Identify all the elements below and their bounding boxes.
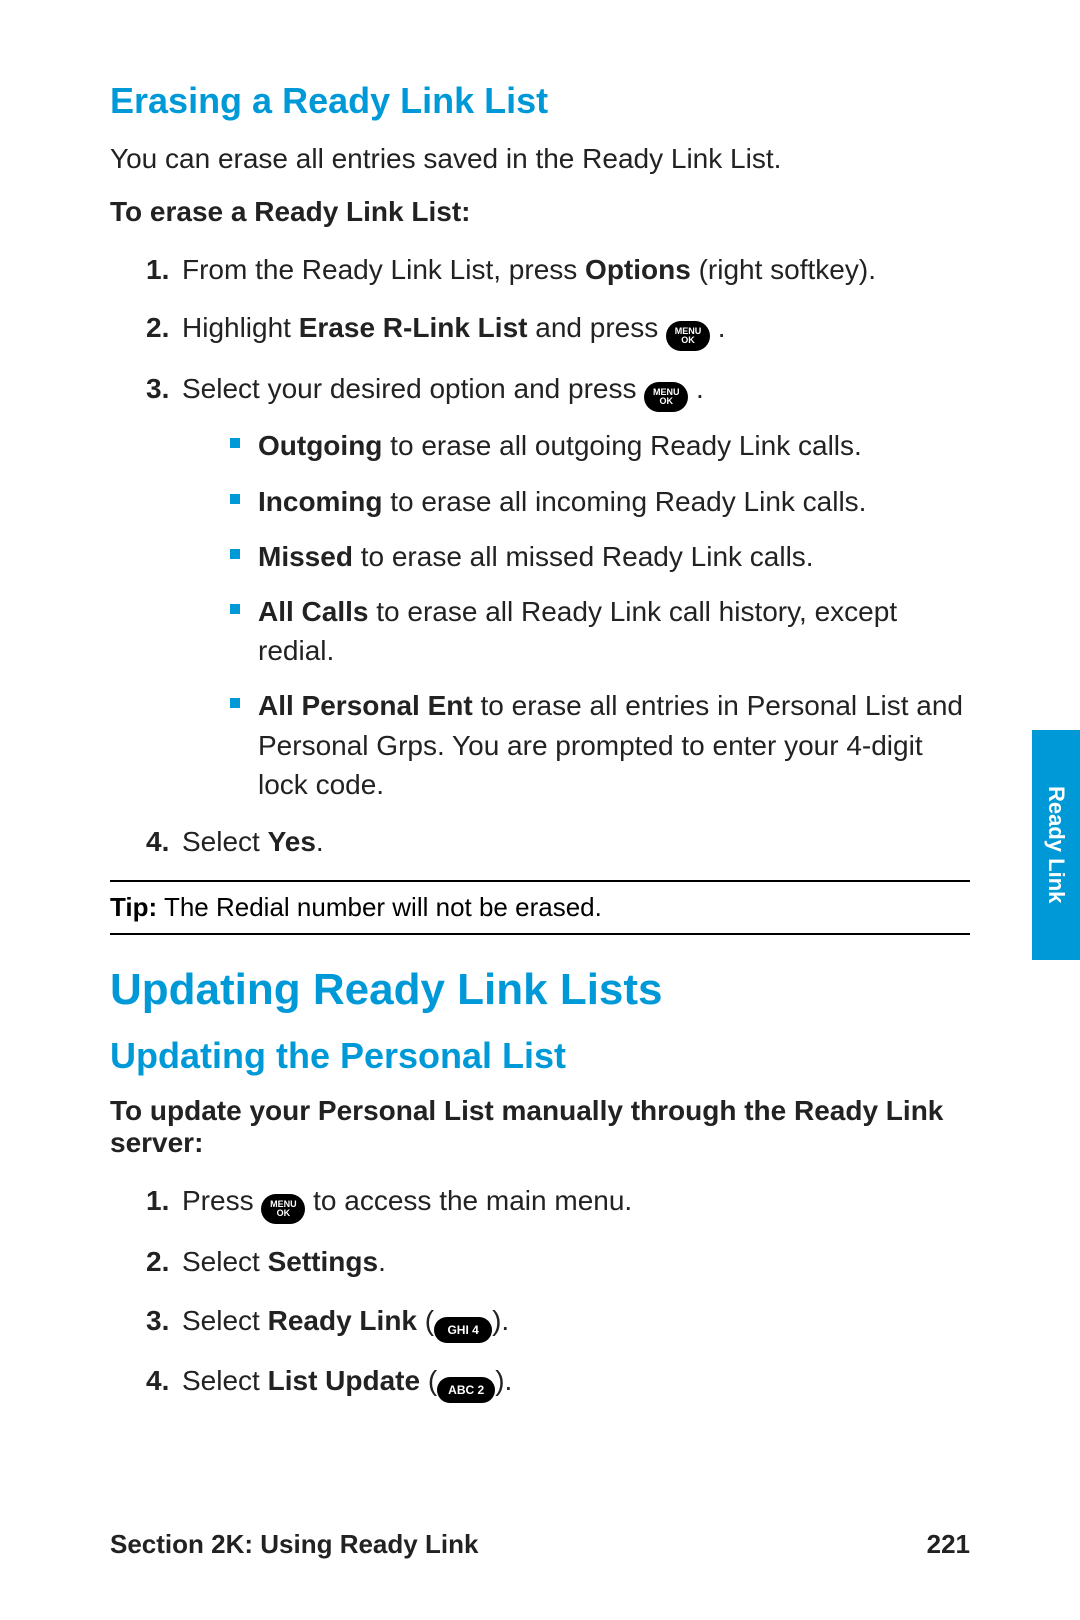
step-text: ). — [495, 1365, 512, 1396]
step-text: ). — [492, 1305, 509, 1336]
step-text: to access the main menu. — [305, 1185, 632, 1216]
step-text: . — [710, 312, 726, 343]
erasing-intro: You can erase all entries saved in the R… — [110, 140, 970, 178]
menu-ok-key-icon: MENUOK — [261, 1194, 305, 1224]
bullet-incoming: Incoming to erase all incoming Ready Lin… — [230, 482, 970, 521]
menu-ok-key-icon: MENUOK — [644, 382, 688, 412]
menu-ok-key-icon: MENUOK — [666, 321, 710, 351]
step-text: (right softkey). — [691, 254, 876, 285]
erase-step-4: 4.Select Yes. — [146, 822, 970, 863]
update-step-3: 3.Select Ready Link (GHI 4). — [146, 1301, 970, 1343]
update-task-label: To update your Personal List manually th… — [110, 1095, 970, 1159]
key-4-icon: GHI 4 — [434, 1317, 492, 1343]
step-number: 1. — [146, 250, 182, 291]
update-step-1: 1.Press MENUOK to access the main menu. — [146, 1181, 970, 1224]
step-number: 4. — [146, 1361, 182, 1402]
step-text: . — [378, 1246, 386, 1277]
bullet-outgoing: Outgoing to erase all outgoing Ready Lin… — [230, 426, 970, 465]
update-step-2: 2.Select Settings. — [146, 1242, 970, 1283]
bullet-all-personal-ent: All Personal Ent to erase all entries in… — [230, 686, 970, 804]
step-text: . — [316, 826, 324, 857]
step-number: 3. — [146, 369, 182, 410]
step-text: Highlight — [182, 312, 299, 343]
updating-lists-heading: Updating Ready Link Lists — [110, 965, 970, 1015]
side-tab-label: Ready Link — [1043, 786, 1069, 903]
step-text: Select — [182, 1246, 268, 1277]
step-text: Select — [182, 1365, 268, 1396]
erase-steps: 1.From the Ready Link List, press Option… — [110, 250, 970, 863]
step-text: Select — [182, 1305, 268, 1336]
step-number: 2. — [146, 1242, 182, 1283]
step-text: Select — [182, 826, 268, 857]
step-text: and press — [527, 312, 666, 343]
update-steps: 1.Press MENUOK to access the main menu. … — [110, 1181, 970, 1403]
updating-personal-heading: Updating the Personal List — [110, 1035, 970, 1077]
menu-item: Ready Link — [268, 1305, 417, 1336]
tip-box: Tip: The Redial number will not be erase… — [110, 880, 970, 935]
step-number: 3. — [146, 1301, 182, 1342]
step-number: 2. — [146, 308, 182, 349]
menu-item: Erase R-Link List — [299, 312, 528, 343]
tip-text: The Redial number will not be erased. — [157, 892, 602, 922]
step-text: Select your desired option and press — [182, 373, 644, 404]
erase-task-label: To erase a Ready Link List: — [110, 196, 970, 228]
erase-step-3: 3.Select your desired option and press M… — [146, 369, 970, 804]
erase-options-list: Outgoing to erase all outgoing Ready Lin… — [182, 426, 970, 804]
menu-item: Yes — [268, 826, 316, 857]
key-2-icon: ABC 2 — [437, 1377, 495, 1403]
step-text: ( — [420, 1365, 437, 1396]
footer-section: Section 2K: Using Ready Link — [110, 1529, 478, 1560]
footer-page-number: 221 — [927, 1529, 970, 1560]
erasing-heading: Erasing a Ready Link List — [110, 80, 970, 122]
step-text: From the Ready Link List, press — [182, 254, 585, 285]
step-text: . — [688, 373, 704, 404]
side-tab: Ready Link — [1032, 730, 1080, 960]
bullet-missed: Missed to erase all missed Ready Link ca… — [230, 537, 970, 576]
step-number: 1. — [146, 1181, 182, 1222]
tip-label: Tip: — [110, 892, 157, 922]
update-step-4: 4.Select List Update (ABC 2). — [146, 1361, 970, 1403]
erase-step-2: 2.Highlight Erase R-Link List and press … — [146, 308, 970, 351]
step-number: 4. — [146, 822, 182, 863]
page-footer: Section 2K: Using Ready Link 221 — [110, 1529, 970, 1560]
step-text: Press — [182, 1185, 261, 1216]
bullet-all-calls: All Calls to erase all Ready Link call h… — [230, 592, 970, 670]
softkey-options: Options — [585, 254, 691, 285]
menu-item: List Update — [268, 1365, 420, 1396]
step-text: ( — [417, 1305, 434, 1336]
erase-step-1: 1.From the Ready Link List, press Option… — [146, 250, 970, 291]
menu-item: Settings — [268, 1246, 378, 1277]
